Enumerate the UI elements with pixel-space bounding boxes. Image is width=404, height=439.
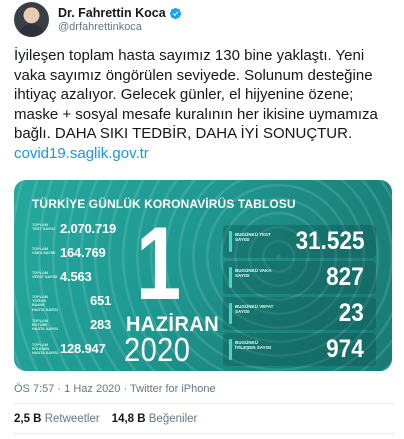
left-stat-value: 164.769 bbox=[60, 245, 106, 260]
engagement-counts: 2,5 B Retweetler 14,8 B Beğeniler bbox=[14, 413, 197, 425]
left-stat-label: TOPLAM İYİLEŞEN HASTA SAYISI bbox=[32, 343, 58, 356]
left-stat-value: 128.947 bbox=[60, 341, 106, 356]
tweet-link[interactable]: covid19.saglik.gov.tr bbox=[14, 144, 392, 164]
left-stat-label: TOPLAM YOĞUN BAKIM HASTA SAYISI bbox=[32, 295, 58, 312]
left-stat-label: TOPLAM ENTÜBE HASTA SAYISI bbox=[32, 319, 58, 332]
author-handle[interactable]: @drfahrettinkoca bbox=[58, 21, 142, 33]
left-stat-value: 651 bbox=[90, 293, 112, 308]
likes-count[interactable]: 14,8 B Beğeniler bbox=[112, 413, 198, 425]
panel-accent bbox=[229, 231, 232, 252]
panel-accent bbox=[229, 267, 232, 288]
left-stat: TOPLAM TEST SAYISI 2.070.719 bbox=[32, 221, 132, 239]
left-stat: TOPLAM VAKA SAYISI 164.769 bbox=[32, 245, 132, 263]
tweet-line: maske + sosyal mesafe kuralının her ikis… bbox=[14, 105, 378, 123]
author-name-row[interactable]: Dr. Fahrettin Koca bbox=[58, 6, 182, 20]
left-stat-label: TOPLAM TEST SAYISI bbox=[32, 223, 55, 232]
left-stat-value: 2.070.719 bbox=[60, 221, 117, 236]
divider bbox=[14, 403, 394, 404]
retweets-count[interactable]: 2,5 B Retweetler bbox=[14, 413, 100, 425]
today-panel: BUGÜNKÜ İYİLEŞEN SAYISI 974 bbox=[223, 333, 376, 366]
panel-accent bbox=[229, 303, 232, 324]
tweet-source[interactable]: Twitter for iPhone bbox=[130, 383, 216, 395]
today-panel: BUGÜNKÜ VAKA SAYISI 827 bbox=[223, 261, 376, 294]
today-panel-label: BUGÜNKÜ İYİLEŞEN SAYISI bbox=[235, 340, 272, 350]
verified-badge-icon bbox=[169, 7, 181, 19]
likes-value: 14,8 B bbox=[111, 413, 146, 425]
tweet-line: ihtiyaç azalıyor. Gelecek günler, el hij… bbox=[14, 86, 354, 103]
tweet-text: İyileşen toplam hasta sayımız 130 bine y… bbox=[14, 46, 392, 163]
divider bbox=[14, 433, 394, 434]
panel-accent bbox=[229, 339, 232, 360]
tweet-header: Dr. Fahrettin Koca @drfahrettinkoca bbox=[14, 2, 394, 38]
today-panel-value: 827 bbox=[326, 263, 364, 291]
left-stat: TOPLAM İYİLEŞEN HASTA SAYISI 128.947 bbox=[32, 341, 132, 359]
retweets-label: Retweetler bbox=[44, 413, 100, 425]
left-stat: TOPLAM ENTÜBE HASTA SAYISI 283 bbox=[32, 317, 132, 335]
today-panel: BUGÜNKÜ VEFAT SAYISI 23 bbox=[223, 297, 376, 330]
tweet-date[interactable]: 1 Haz 2020 bbox=[64, 383, 120, 395]
today-panel-value: 974 bbox=[326, 335, 364, 363]
tweet-meta: ÖS 7:57 · 1 Haz 2020 · Twitter for iPhon… bbox=[14, 383, 216, 395]
left-stat-value: 4.563 bbox=[60, 269, 92, 284]
today-panel-label: BUGÜNKÜ VAKA SAYISI bbox=[235, 268, 272, 278]
today-panel-value: 31.525 bbox=[295, 227, 364, 255]
tweet-line: İyileşen toplam hasta sayımız 130 bine y… bbox=[14, 47, 365, 64]
left-stat: TOPLAM VEFAT SAYISI 4.563 bbox=[32, 269, 132, 287]
avatar[interactable] bbox=[14, 2, 49, 37]
retweets-value: 2,5 B bbox=[14, 413, 42, 425]
tweet-line: vaka sayımız öngörülen seviyede. Solunum… bbox=[14, 66, 373, 84]
author-name[interactable]: Dr. Fahrettin Koca bbox=[58, 6, 166, 20]
today-panel-label: BUGÜNKÜ TEST SAYISI bbox=[235, 232, 271, 242]
left-stat-label: TOPLAM VEFAT SAYISI bbox=[32, 271, 58, 280]
year-label: 2020 bbox=[124, 331, 191, 368]
today-panel-label: BUGÜNKÜ VEFAT SAYISI bbox=[235, 304, 274, 314]
tweet-line: bağlı. DAHA SIKI TEDBİR, DAHA İYİ SONUÇT… bbox=[14, 125, 353, 142]
left-stat: TOPLAM YOĞUN BAKIM HASTA SAYISI 651 bbox=[32, 293, 132, 312]
today-panel-value: 23 bbox=[338, 299, 364, 327]
day-number: 1 bbox=[136, 206, 182, 322]
left-stat-label: TOPLAM VAKA SAYISI bbox=[32, 247, 56, 256]
tweet-media-image[interactable]: TÜRKİYE GÜNLÜK KORONAVİRÜS TABLOSU TOPLA… bbox=[14, 180, 392, 371]
today-panel: BUGÜNKÜ TEST SAYISI 31.525 bbox=[223, 225, 376, 258]
likes-label: Beğeniler bbox=[148, 413, 198, 425]
tweet-time[interactable]: ÖS 7:57 bbox=[14, 383, 54, 395]
left-stat-value: 283 bbox=[90, 317, 112, 332]
